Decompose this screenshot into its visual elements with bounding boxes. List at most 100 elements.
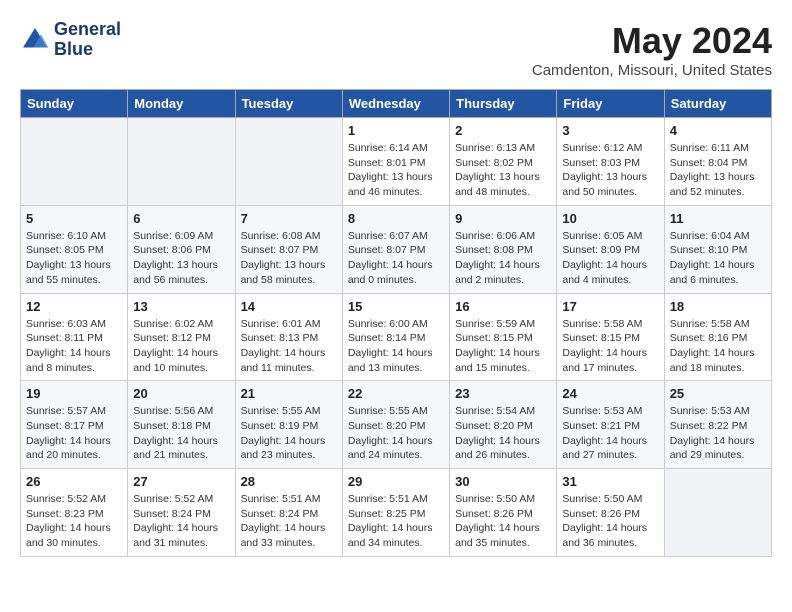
day-number: 31 [562, 474, 658, 489]
day-number: 1 [348, 123, 444, 138]
title-block: May 2024 Camdenton, Missouri, United Sta… [532, 20, 772, 79]
day-number: 20 [133, 386, 229, 401]
day-info: Sunrise: 6:08 AMSunset: 8:07 PMDaylight:… [241, 229, 337, 288]
day-number: 17 [562, 299, 658, 314]
calendar-cell: 26 Sunrise: 5:52 AMSunset: 8:23 PMDayligh… [21, 469, 128, 557]
calendar-cell: 14 Sunrise: 6:01 AMSunset: 8:13 PMDayligh… [235, 293, 342, 381]
day-info: Sunrise: 5:57 AMSunset: 8:17 PMDaylight:… [26, 404, 122, 463]
day-number: 23 [455, 386, 551, 401]
day-info: Sunrise: 6:14 AMSunset: 8:01 PMDaylight:… [348, 141, 444, 200]
weekday-header: Sunday [21, 90, 128, 118]
calendar-table: SundayMondayTuesdayWednesdayThursdayFrid… [20, 89, 772, 557]
day-number: 4 [670, 123, 766, 138]
day-number: 27 [133, 474, 229, 489]
day-info: Sunrise: 6:05 AMSunset: 8:09 PMDaylight:… [562, 229, 658, 288]
day-number: 11 [670, 211, 766, 226]
calendar-cell: 16 Sunrise: 5:59 AMSunset: 8:15 PMDayligh… [450, 293, 557, 381]
day-number: 26 [26, 474, 122, 489]
day-number: 2 [455, 123, 551, 138]
calendar-cell: 11 Sunrise: 6:04 AMSunset: 8:10 PMDayligh… [664, 205, 771, 293]
calendar-cell: 23Sunrise: 5:54 AMSunset: 8:20 PMDayligh… [450, 381, 557, 469]
location: Camdenton, Missouri, United States [532, 62, 772, 79]
day-info: Sunrise: 5:51 AMSunset: 8:25 PMDaylight:… [348, 492, 444, 551]
calendar-week-row: 19 Sunrise: 5:57 AMSunset: 8:17 PMDayligh… [21, 381, 772, 469]
calendar-cell [128, 118, 235, 206]
day-number: 3 [562, 123, 658, 138]
calendar-cell [664, 469, 771, 557]
calendar-body: 1 Sunrise: 6:14 AMSunset: 8:01 PMDaylight… [21, 118, 772, 557]
calendar-cell: 28Sunrise: 5:51 AMSunset: 8:24 PMDayligh… [235, 469, 342, 557]
calendar-cell: 6 Sunrise: 6:09 AMSunset: 8:06 PMDaylight… [128, 205, 235, 293]
day-number: 24 [562, 386, 658, 401]
day-number: 16 [455, 299, 551, 314]
calendar-cell: 10 Sunrise: 6:05 AMSunset: 8:09 PMDayligh… [557, 205, 664, 293]
day-info: Sunrise: 5:52 AMSunset: 8:23 PMDaylight:… [26, 492, 122, 551]
logo-text: General Blue [54, 20, 121, 60]
day-info: Sunrise: 6:06 AMSunset: 8:08 PMDaylight:… [455, 229, 551, 288]
calendar-cell: 13Sunrise: 6:02 AMSunset: 8:12 PMDayligh… [128, 293, 235, 381]
day-info: Sunrise: 5:52 AMSunset: 8:24 PMDaylight:… [133, 492, 229, 551]
day-info: Sunrise: 6:01 AMSunset: 8:13 PMDaylight:… [241, 317, 337, 376]
day-info: Sunrise: 5:56 AMSunset: 8:18 PMDaylight:… [133, 404, 229, 463]
day-info: Sunrise: 6:13 AMSunset: 8:02 PMDaylight:… [455, 141, 551, 200]
day-number: 14 [241, 299, 337, 314]
calendar-cell: 5 Sunrise: 6:10 AMSunset: 8:05 PMDaylight… [21, 205, 128, 293]
month-title: May 2024 [532, 20, 772, 62]
calendar-cell: 18Sunrise: 5:58 AMSunset: 8:16 PMDayligh… [664, 293, 771, 381]
calendar-cell: 27 Sunrise: 5:52 AMSunset: 8:24 PMDayligh… [128, 469, 235, 557]
day-info: Sunrise: 6:03 AMSunset: 8:11 PMDaylight:… [26, 317, 122, 376]
day-number: 6 [133, 211, 229, 226]
weekday-header: Monday [128, 90, 235, 118]
calendar-cell: 30 Sunrise: 5:50 AMSunset: 8:26 PMDayligh… [450, 469, 557, 557]
calendar-cell: 15Sunrise: 6:00 AMSunset: 8:14 PMDayligh… [342, 293, 449, 381]
logo-icon [20, 25, 50, 55]
day-info: Sunrise: 6:10 AMSunset: 8:05 PMDaylight:… [26, 229, 122, 288]
calendar-cell: 12 Sunrise: 6:03 AMSunset: 8:11 PMDayligh… [21, 293, 128, 381]
day-info: Sunrise: 5:59 AMSunset: 8:15 PMDaylight:… [455, 317, 551, 376]
day-info: Sunrise: 6:00 AMSunset: 8:14 PMDaylight:… [348, 317, 444, 376]
calendar-cell: 7 Sunrise: 6:08 AMSunset: 8:07 PMDaylight… [235, 205, 342, 293]
day-number: 30 [455, 474, 551, 489]
day-info: Sunrise: 5:53 AMSunset: 8:22 PMDaylight:… [670, 404, 766, 463]
day-number: 9 [455, 211, 551, 226]
day-number: 10 [562, 211, 658, 226]
day-number: 13 [133, 299, 229, 314]
day-number: 29 [348, 474, 444, 489]
day-info: Sunrise: 5:55 AMSunset: 8:20 PMDaylight:… [348, 404, 444, 463]
day-info: Sunrise: 6:11 AMSunset: 8:04 PMDaylight:… [670, 141, 766, 200]
day-info: Sunrise: 5:50 AMSunset: 8:26 PMDaylight:… [455, 492, 551, 551]
calendar-week-row: 26 Sunrise: 5:52 AMSunset: 8:23 PMDayligh… [21, 469, 772, 557]
day-number: 5 [26, 211, 122, 226]
day-info: Sunrise: 5:51 AMSunset: 8:24 PMDaylight:… [241, 492, 337, 551]
weekday-header-row: SundayMondayTuesdayWednesdayThursdayFrid… [21, 90, 772, 118]
calendar-cell: 25 Sunrise: 5:53 AMSunset: 8:22 PMDayligh… [664, 381, 771, 469]
day-info: Sunrise: 5:58 AMSunset: 8:15 PMDaylight:… [562, 317, 658, 376]
calendar-cell: 20 Sunrise: 5:56 AMSunset: 8:18 PMDayligh… [128, 381, 235, 469]
logo: General Blue [20, 20, 121, 60]
day-number: 25 [670, 386, 766, 401]
calendar-week-row: 5 Sunrise: 6:10 AMSunset: 8:05 PMDaylight… [21, 205, 772, 293]
calendar-cell: 22Sunrise: 5:55 AMSunset: 8:20 PMDayligh… [342, 381, 449, 469]
day-info: Sunrise: 6:04 AMSunset: 8:10 PMDaylight:… [670, 229, 766, 288]
day-info: Sunrise: 6:09 AMSunset: 8:06 PMDaylight:… [133, 229, 229, 288]
calendar-week-row: 12 Sunrise: 6:03 AMSunset: 8:11 PMDayligh… [21, 293, 772, 381]
calendar-cell: 19 Sunrise: 5:57 AMSunset: 8:17 PMDayligh… [21, 381, 128, 469]
weekday-header: Friday [557, 90, 664, 118]
weekday-header: Wednesday [342, 90, 449, 118]
calendar-cell [21, 118, 128, 206]
day-number: 7 [241, 211, 337, 226]
calendar-cell: 31 Sunrise: 5:50 AMSunset: 8:26 PMDayligh… [557, 469, 664, 557]
calendar-header: SundayMondayTuesdayWednesdayThursdayFrid… [21, 90, 772, 118]
day-info: Sunrise: 5:55 AMSunset: 8:19 PMDaylight:… [241, 404, 337, 463]
calendar-cell: 21Sunrise: 5:55 AMSunset: 8:19 PMDayligh… [235, 381, 342, 469]
day-info: Sunrise: 5:53 AMSunset: 8:21 PMDaylight:… [562, 404, 658, 463]
day-info: Sunrise: 5:58 AMSunset: 8:16 PMDaylight:… [670, 317, 766, 376]
calendar-cell: 3 Sunrise: 6:12 AMSunset: 8:03 PMDaylight… [557, 118, 664, 206]
calendar-cell: 24 Sunrise: 5:53 AMSunset: 8:21 PMDayligh… [557, 381, 664, 469]
calendar-cell: 2 Sunrise: 6:13 AMSunset: 8:02 PMDaylight… [450, 118, 557, 206]
day-number: 19 [26, 386, 122, 401]
day-info: Sunrise: 6:12 AMSunset: 8:03 PMDaylight:… [562, 141, 658, 200]
day-info: Sunrise: 5:50 AMSunset: 8:26 PMDaylight:… [562, 492, 658, 551]
day-number: 12 [26, 299, 122, 314]
calendar-cell [235, 118, 342, 206]
